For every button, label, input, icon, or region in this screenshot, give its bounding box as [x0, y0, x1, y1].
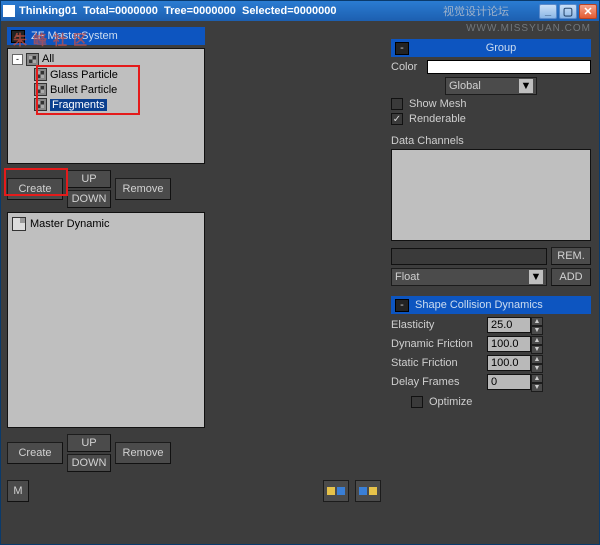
tree-item-label: Glass Particle — [50, 69, 118, 81]
spin-up-icon[interactable]: ▲ — [531, 317, 543, 326]
collapse-toggle[interactable]: - — [395, 299, 409, 312]
tree-item-label: Fragments — [50, 99, 107, 111]
close-button[interactable]: ✕ — [579, 4, 597, 19]
window-title: Thinking01 Total=0000000 Tree=0000000 Se… — [19, 5, 336, 17]
up-button[interactable]: UP — [67, 170, 111, 188]
show-mesh-label: Show Mesh — [409, 98, 505, 110]
spin-up-icon[interactable]: ▲ — [531, 336, 543, 345]
app-icon — [3, 5, 15, 17]
master-dynamic-list[interactable]: Master Dynamic — [7, 212, 205, 428]
particle-icon — [34, 98, 47, 111]
spin-down-icon[interactable]: ▼ — [531, 383, 543, 392]
minimize-button[interactable]: _ — [539, 4, 557, 19]
scope-value: Global — [449, 80, 481, 92]
down-button-2[interactable]: DOWN — [67, 454, 111, 472]
create-button[interactable]: Create — [7, 178, 63, 200]
watermark-url: WWW.MISSYUAN.COM — [466, 23, 591, 34]
up-button-2[interactable]: UP — [67, 434, 111, 452]
type-value: Float — [395, 271, 419, 283]
group-icon — [26, 53, 39, 66]
renderable-label: Renderable — [409, 113, 505, 125]
down-button[interactable]: DOWN — [67, 190, 111, 208]
dyn-friction-value[interactable]: 100.0 — [487, 336, 531, 352]
elasticity-spinner[interactable]: 25.0 ▲▼ — [487, 317, 543, 333]
delay-frames-spinner[interactable]: 0 ▲▼ — [487, 374, 543, 390]
stat-friction-label: Static Friction — [391, 357, 487, 369]
type-dropdown[interactable]: Float ▼ — [391, 268, 547, 286]
spin-down-icon[interactable]: ▼ — [531, 345, 543, 354]
tree-item-label: Bullet Particle — [50, 84, 117, 96]
particle-icon — [34, 83, 47, 96]
scd-title: Shape Collision Dynamics — [415, 299, 543, 311]
optimize-checkbox[interactable] — [411, 396, 423, 408]
tree-item[interactable]: Glass Particle — [34, 67, 200, 82]
show-mesh-checkbox[interactable] — [391, 98, 403, 110]
delay-frames-label: Delay Frames — [391, 376, 487, 388]
dyn-friction-spinner[interactable]: 100.0 ▲▼ — [487, 336, 543, 352]
elasticity-label: Elasticity — [391, 319, 487, 331]
spin-down-icon[interactable]: ▼ — [531, 364, 543, 373]
m-button[interactable]: M — [7, 480, 29, 502]
spin-up-icon[interactable]: ▲ — [531, 355, 543, 364]
chevron-down-icon: ▼ — [529, 270, 543, 284]
document-icon — [12, 217, 26, 231]
maximize-button[interactable]: ▢ — [559, 4, 577, 19]
collapse-toggle[interactable]: - — [395, 42, 409, 55]
elasticity-value[interactable]: 25.0 — [487, 317, 531, 333]
master-system-title: ZF MasterSystem — [31, 30, 118, 42]
optimize-label: Optimize — [429, 396, 525, 408]
color-swatch[interactable] — [427, 60, 591, 74]
scd-header: - Shape Collision Dynamics — [391, 296, 591, 314]
tree-root-row[interactable]: - All — [12, 51, 200, 67]
stat-friction-value[interactable]: 100.0 — [487, 355, 531, 371]
window-titlebar: Thinking01 Total=0000000 Tree=0000000 Se… — [1, 1, 599, 21]
expand-icon[interactable]: - — [12, 54, 23, 65]
tool-icon-1[interactable] — [323, 480, 349, 502]
dyn-friction-label: Dynamic Friction — [391, 338, 487, 350]
tool-icon-2[interactable] — [355, 480, 381, 502]
color-label: Color — [391, 61, 427, 73]
particle-icon — [34, 68, 47, 81]
list-item[interactable]: Master Dynamic — [12, 216, 200, 232]
tree-item[interactable]: Fragments — [34, 97, 200, 112]
chevron-down-icon: ▼ — [519, 79, 533, 93]
channel-name-input[interactable] — [391, 248, 547, 265]
spin-up-icon[interactable]: ▲ — [531, 374, 543, 383]
remove-button-2[interactable]: Remove — [115, 442, 171, 464]
group-header: - Group — [391, 39, 591, 57]
tree-root-label: All — [42, 53, 54, 65]
watermark-top: 视觉设计论坛 — [443, 3, 509, 19]
add-button[interactable]: ADD — [551, 268, 591, 286]
master-system-header: - ZF MasterSystem — [7, 27, 205, 45]
data-channels-list[interactable] — [391, 149, 591, 241]
stat-friction-spinner[interactable]: 100.0 ▲▼ — [487, 355, 543, 371]
scope-dropdown[interactable]: Global ▼ — [445, 77, 537, 95]
spin-down-icon[interactable]: ▼ — [531, 326, 543, 335]
collapse-toggle[interactable]: - — [11, 30, 25, 43]
tree-item[interactable]: Bullet Particle — [34, 82, 200, 97]
rem-button[interactable]: REM. — [551, 247, 591, 265]
renderable-checkbox[interactable]: ✓ — [391, 113, 403, 125]
create-button-2[interactable]: Create — [7, 442, 63, 464]
delay-frames-value[interactable]: 0 — [487, 374, 531, 390]
data-channels-label: Data Channels — [391, 135, 464, 147]
list-item-label: Master Dynamic — [30, 218, 109, 230]
particle-tree[interactable]: - All Glass Particle Bullet Particle Fra… — [7, 48, 205, 164]
remove-button[interactable]: Remove — [115, 178, 171, 200]
group-title: Group — [486, 42, 517, 54]
